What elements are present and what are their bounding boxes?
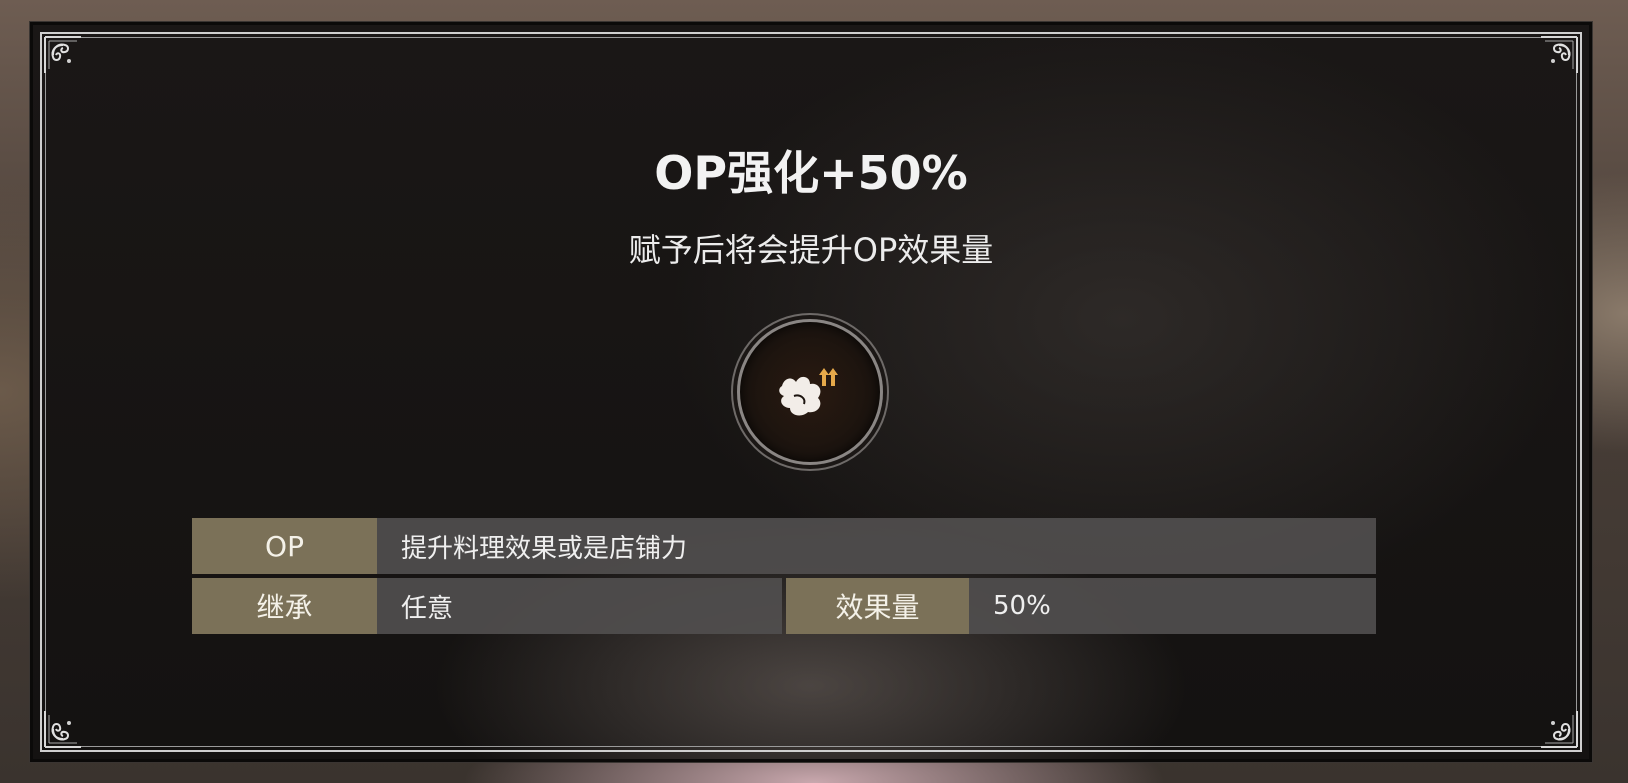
corner-ornament-icon [44,711,81,748]
op-row: OP 提升料理效果或是店铺力 [192,518,1376,574]
op-value: 提升料理效果或是店铺力 [377,518,1376,574]
wing-up-arrows-icon [779,368,838,416]
skill-detail-dialog: OP强化+50% 赋予后将会提升OP效果量 OP 提升料理效果或是店铺力 继承 … [30,22,1592,762]
inherit-row: 继承 任意 [192,578,782,634]
corner-ornament-icon [44,36,81,73]
effect-label: 效果量 [786,578,969,634]
inherit-label: 继承 [192,578,377,634]
skill-emblem [737,319,883,465]
effect-row: 效果量 50% [786,578,1376,634]
corner-ornament-icon [1541,711,1578,748]
skill-title: OP强化+50% [654,146,968,200]
op-label: OP [192,518,377,574]
skill-description: 赋予后将会提升OP效果量 [628,231,994,269]
corner-ornament-icon [1541,36,1578,73]
inherit-value: 任意 [377,578,782,634]
effect-value: 50% [969,578,1376,634]
